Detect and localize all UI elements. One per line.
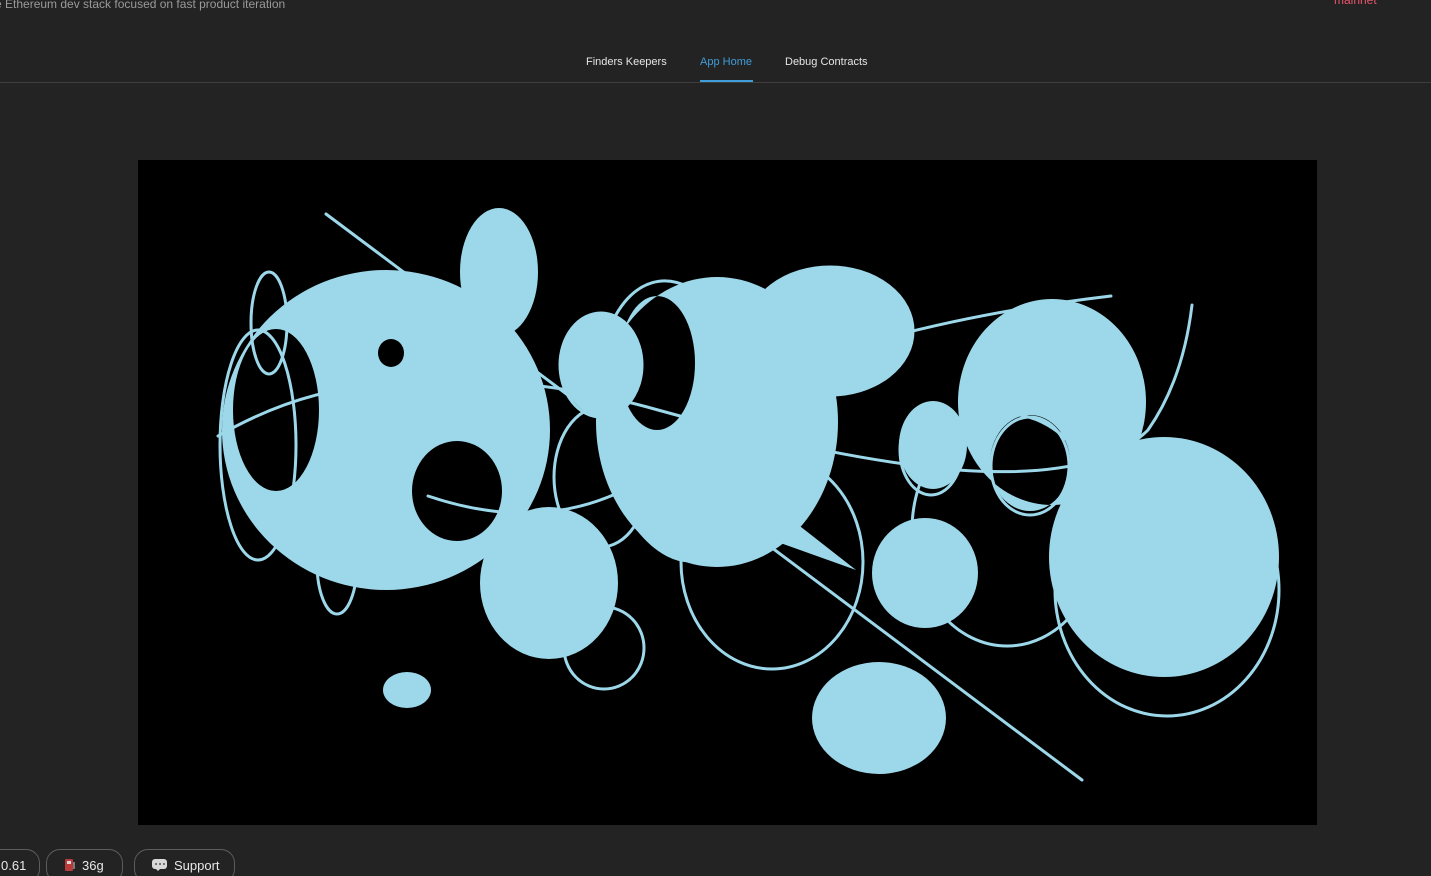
blob-bottom-mid: [480, 507, 618, 659]
eth-price: 0.61: [1, 858, 27, 873]
app-page: e Ethereum dev stack focused on fast pro…: [0, 0, 1431, 876]
tab-finders-keepers[interactable]: Finders Keepers: [586, 56, 667, 68]
price-pill[interactable]: 0.61: [0, 849, 40, 876]
filled-shapes: [222, 208, 1279, 774]
support-label: Support: [174, 858, 220, 873]
generative-art-svg: [216, 208, 1281, 782]
gas-price: 36g: [82, 858, 104, 873]
blob-right-mid: [872, 518, 978, 628]
tab-debug-contracts[interactable]: Debug Contracts: [785, 56, 868, 68]
gas-price-pill[interactable]: 36g: [46, 849, 123, 876]
gas-pump-icon: [65, 859, 75, 871]
blob-small: [383, 672, 431, 708]
blob-bottom: [812, 662, 946, 774]
blob-top: [460, 208, 538, 336]
generative-art-canvas: [138, 160, 1317, 825]
support-button[interactable]: Support: [134, 849, 235, 876]
tab-app-home[interactable]: App Home: [700, 56, 752, 68]
blob-far-right: [1049, 437, 1279, 677]
main-nav: Finders Keepers App Home Debug Contracts: [0, 0, 1431, 83]
speech-bubble-icon: [152, 859, 167, 871]
ring-right-small: [989, 415, 1071, 517]
active-tab-indicator: [700, 80, 753, 82]
